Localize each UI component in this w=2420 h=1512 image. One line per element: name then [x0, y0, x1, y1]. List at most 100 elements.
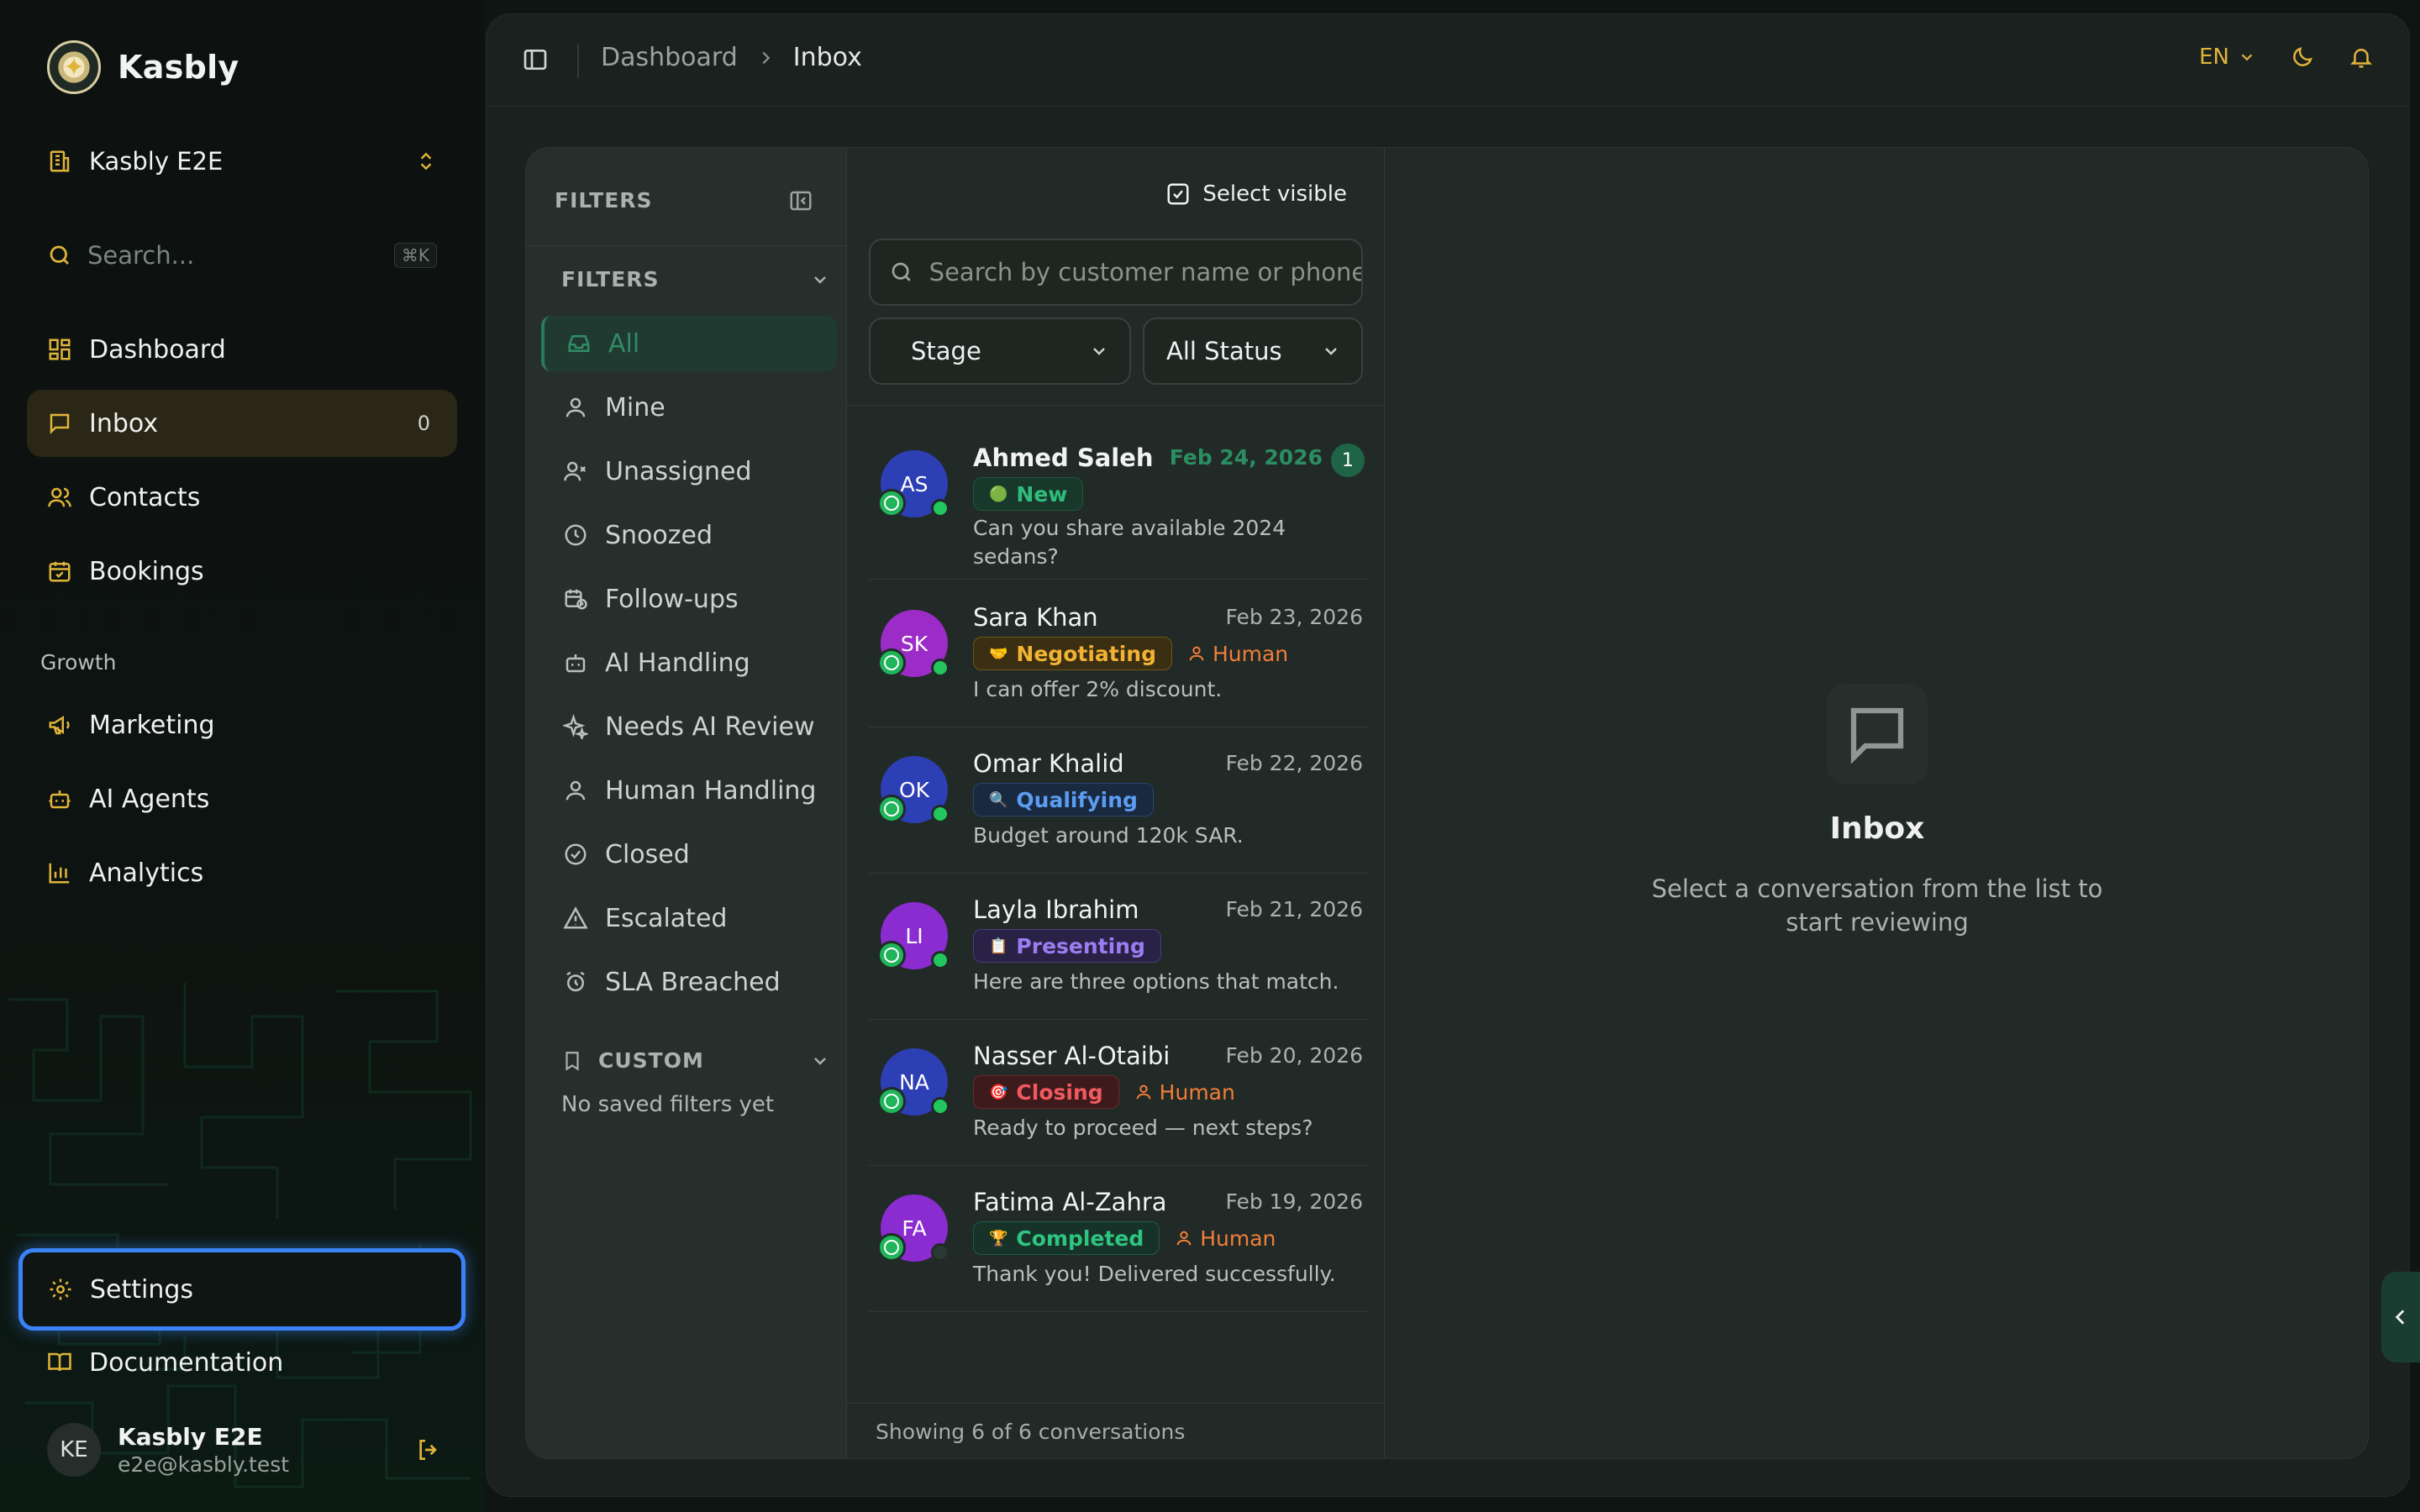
contacts-icon: [48, 487, 71, 507]
conversation-row-ahmed-saleh[interactable]: AS Ahmed Saleh Feb 24, 2026 1 🟢 New Can …: [869, 433, 1368, 580]
human-tag-label: Human: [1159, 1079, 1235, 1105]
avatar: NA: [877, 1048, 950, 1116]
filter-item-label: AI Handling: [605, 648, 750, 678]
sidebar-item-label: Settings: [90, 1274, 194, 1305]
stage-badge-icon: 🟢: [989, 485, 1008, 503]
avatar: AS: [877, 450, 950, 517]
human-handling-tag: Human: [1187, 642, 1288, 666]
conversation-date: Feb 23, 2026: [1225, 605, 1363, 629]
status-dropdown-label: All Status: [1166, 337, 1282, 365]
stage-badge-label: Qualifying: [1016, 787, 1138, 812]
sidebar-item-bookings[interactable]: Bookings: [27, 538, 457, 605]
conversation-row-layla-ibrahim[interactable]: LI Layla Ibrahim Feb 21, 2026 📋 Presenti…: [869, 885, 1368, 1020]
collapse-filters-button[interactable]: [788, 188, 813, 213]
sidebar-item-analytics[interactable]: Analytics: [27, 839, 457, 906]
sidebar-search[interactable]: Search... ⌘K: [47, 237, 437, 274]
sidebar-item-settings[interactable]: Settings: [18, 1248, 466, 1331]
human-handling-tag: Human: [1134, 1080, 1235, 1105]
conversation-row-fatima-al-zahra[interactable]: FA Fatima Al-Zahra Feb 19, 2026 🏆 Comple…: [869, 1178, 1368, 1312]
filter-item-escalated[interactable]: Escalated: [541, 890, 837, 946]
avatar: SK: [877, 610, 950, 677]
chevron-right-icon: [762, 51, 770, 64]
select-visible-button[interactable]: Select visible: [1165, 181, 1347, 207]
conversation-search[interactable]: [869, 239, 1363, 306]
sidebar-toggle-button[interactable]: [522, 46, 549, 73]
conversation-list: Select visible Stage All Status AS: [847, 148, 1385, 1458]
topbar-actions: EN: [2199, 45, 2374, 70]
stage-badge: 🔍 Qualifying: [973, 783, 1154, 816]
chevron-down-icon: [2241, 54, 2253, 61]
sidebar-item-documentation[interactable]: Documentation: [27, 1329, 457, 1396]
user-name: Kasbly E2E: [118, 1423, 263, 1451]
growth-section-label: Growth: [40, 650, 117, 675]
conversation-name: Nasser Al-Otaibi: [973, 1042, 1171, 1070]
avatar: LI: [877, 902, 950, 969]
sidebar-item-dashboard[interactable]: Dashboard: [27, 316, 457, 383]
bell-icon[interactable]: [2349, 45, 2374, 70]
conversation-date: Feb 22, 2026: [1225, 751, 1363, 775]
filters-divider: [526, 245, 846, 246]
conversation-row-nasser-al-otaibi[interactable]: NA Nasser Al-Otaibi Feb 20, 2026 🎯 Closi…: [869, 1032, 1368, 1166]
filter-item-sla-breached[interactable]: SLA Breached: [541, 954, 837, 1010]
language-label: EN: [2199, 45, 2229, 70]
calendar-icon: [49, 561, 71, 582]
filter-item-mine[interactable]: Mine: [541, 380, 837, 435]
user-icon: [1136, 1084, 1151, 1100]
empty-state-title: Inbox: [1829, 811, 1925, 846]
chevron-down-icon: [814, 1057, 826, 1065]
empty-state-subtitle: Select a conversation from the list to s…: [1651, 874, 2103, 937]
filters-group-toggle[interactable]: FILTERS: [561, 267, 830, 291]
bookmark-icon: [566, 1051, 579, 1071]
filter-item-ai-handling[interactable]: AI Handling: [541, 635, 837, 690]
logout-icon[interactable]: [415, 1436, 442, 1463]
brand[interactable]: Kasbly: [47, 40, 239, 94]
checkbox-checked-icon: [1167, 183, 1189, 205]
online-status-dot: [931, 805, 950, 823]
select-visible-label: Select visible: [1202, 181, 1347, 207]
workspace-switcher[interactable]: Kasbly E2E: [47, 144, 437, 178]
sidebar-item-marketing[interactable]: Marketing: [27, 691, 457, 759]
conversation-name: Layla Ibrahim: [973, 895, 1139, 924]
language-selector[interactable]: EN: [2199, 45, 2256, 70]
conversation-name: Fatima Al-Zahra: [973, 1188, 1167, 1216]
filter-item-closed[interactable]: Closed: [541, 827, 837, 882]
avatar-initials: OK: [898, 777, 930, 802]
breadcrumb-dashboard[interactable]: Dashboard: [601, 43, 738, 72]
chart-icon: [49, 863, 70, 884]
stage-badge-label: New: [1016, 481, 1068, 507]
stage-badge: 🟢 New: [973, 477, 1084, 511]
brand-name: Kasbly: [118, 49, 239, 86]
stage-badge: 🤝 Negotiating: [973, 637, 1172, 670]
custom-group-toggle[interactable]: CUSTOM: [561, 1048, 830, 1073]
unread-count-badge: 1: [1331, 444, 1365, 477]
filters-group-title: FILTERS: [561, 267, 660, 291]
filter-item-unassigned[interactable]: Unassigned: [541, 444, 837, 499]
conversation-preview: Ready to proceed — next steps?: [973, 1116, 1313, 1140]
filter-item-label: All: [608, 328, 640, 359]
filter-item-needs-ai-review[interactable]: Needs AI Review: [541, 699, 837, 754]
moon-icon[interactable]: [2290, 45, 2315, 70]
filter-item-all[interactable]: All: [541, 316, 837, 371]
conversation-row-sara-khan[interactable]: SK Sara Khan Feb 23, 2026 🤝 Negotiating …: [869, 593, 1368, 727]
main-content: Dashboard Inbox EN FILTERS FILTERS All M…: [486, 13, 2410, 1497]
conversation-search-input[interactable]: [929, 258, 1361, 286]
filter-item-snoozed[interactable]: Snoozed: [541, 507, 837, 563]
open-side-panel-button[interactable]: [2381, 1272, 2420, 1362]
topbar: Dashboard Inbox EN: [487, 14, 2409, 107]
user-icon: [1176, 1231, 1192, 1246]
whatsapp-icon: [877, 795, 906, 823]
sidebar-item-contacts[interactable]: Contacts: [27, 464, 457, 531]
filter-item-human-handling[interactable]: Human Handling: [541, 763, 837, 818]
calendar-clock-icon: [565, 589, 587, 610]
sparkles-icon: [563, 714, 588, 739]
filter-item-follow-ups[interactable]: Follow-ups: [541, 571, 837, 627]
user-profile[interactable]: KE Kasbly E2E e2e@kasbly.test: [47, 1418, 442, 1482]
stage-dropdown[interactable]: Stage: [869, 318, 1131, 385]
status-dropdown[interactable]: All Status: [1143, 318, 1363, 385]
breadcrumb: Dashboard Inbox: [601, 43, 862, 72]
sidebar-item-ai-agents[interactable]: AI Agents: [27, 765, 457, 832]
alarm-icon: [566, 971, 585, 992]
sidebar-item-inbox[interactable]: Inbox 0: [27, 390, 457, 457]
filters-header: FILTERS: [555, 188, 653, 213]
conversation-row-omar-khalid[interactable]: OK Omar Khalid Feb 22, 2026 🔍 Qualifying…: [869, 739, 1368, 874]
